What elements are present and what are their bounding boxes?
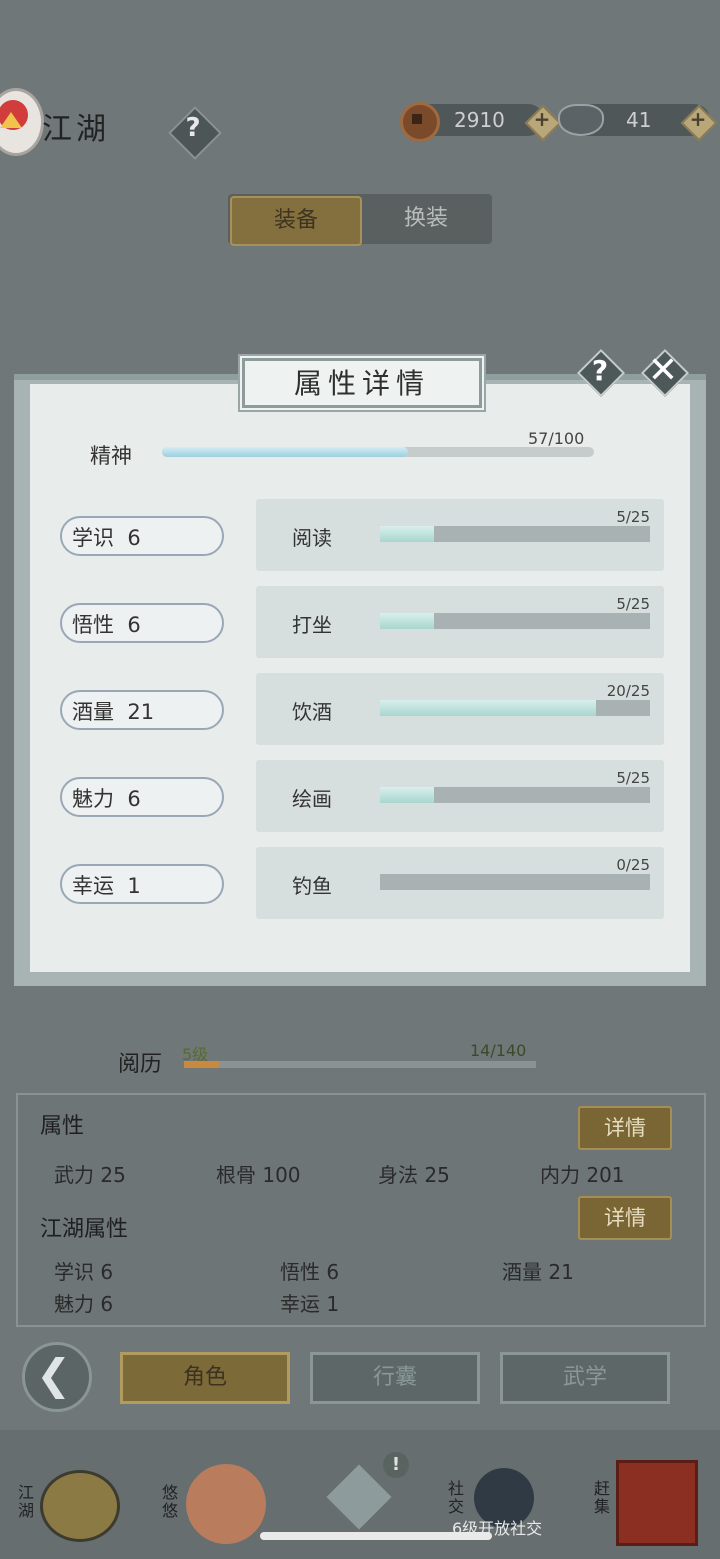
skill-name: 钓鱼 [292, 874, 332, 898]
experience-bar-track [184, 1061, 536, 1068]
logo-mountain-icon [0, 112, 22, 128]
jh-attr-xueshi: 学识 6 [54, 1260, 114, 1284]
silver-ingot-icon [558, 104, 604, 136]
attr-label: 悟性 6 [72, 613, 141, 637]
nav-alert-badge: ! [383, 1452, 409, 1478]
jianghu-detail-button[interactable]: 详情 [578, 1196, 672, 1240]
attr-wuli: 武力 25 [54, 1163, 126, 1187]
skill-name: 绘画 [292, 787, 332, 811]
attr-label: 酒量 21 [72, 700, 155, 724]
add-ingots-label: + [689, 107, 707, 131]
skill-value: 5/25 [616, 595, 650, 613]
attr-shenfa: 身法 25 [378, 1163, 450, 1187]
jh-attr-xingyun: 幸运 1 [280, 1292, 340, 1316]
skill-value: 0/25 [616, 856, 650, 874]
nav-market-icon[interactable] [616, 1460, 698, 1546]
attr-heading: 属性 [40, 1114, 85, 1139]
spirit-label: 精神 [90, 444, 132, 468]
experience-bar-fill [184, 1061, 220, 1068]
page-title: 江湖 [42, 112, 110, 147]
skill-name: 阅读 [292, 526, 332, 550]
skill-value: 5/25 [616, 769, 650, 787]
skill-value: 5/25 [616, 508, 650, 526]
skill-bar-fill [380, 787, 434, 803]
attr-label: 魅力 6 [72, 787, 141, 811]
skill-bar-fill [380, 613, 434, 629]
tab-equip[interactable]: 装备 [230, 196, 362, 246]
jh-attr-meili: 魅力 6 [54, 1292, 114, 1316]
nav-jianghu-icon[interactable] [40, 1470, 120, 1542]
home-indicator [260, 1532, 492, 1540]
back-chevron-icon: ❮ [36, 1350, 72, 1399]
attr-gengu: 根骨 100 [216, 1163, 301, 1187]
attr-label: 学识 6 [72, 526, 141, 550]
jianghu-heading: 江湖属性 [40, 1217, 129, 1242]
attr-label: 幸运 1 [72, 874, 141, 898]
spirit-value: 57/100 [528, 429, 585, 448]
tab-swap[interactable]: 换装 [362, 196, 490, 242]
modal-title: 属性详情 [293, 367, 430, 400]
nav-youyou-icon[interactable] [186, 1464, 266, 1544]
attr-neili: 内力 201 [540, 1163, 625, 1187]
coin-amount: 2910 [454, 108, 505, 132]
close-label: ✕ [647, 350, 679, 391]
tab-martial[interactable]: 武学 [500, 1352, 670, 1404]
coin-hole [412, 114, 422, 124]
skill-bar-fill [380, 526, 434, 542]
skill-name: 打坐 [292, 613, 332, 637]
attr-detail-button[interactable]: 详情 [578, 1106, 672, 1150]
tab-role[interactable]: 角色 [120, 1352, 290, 1404]
modal-help-label: ? [591, 354, 609, 387]
tab-bag[interactable]: 行囊 [310, 1352, 480, 1404]
experience-label: 阅历 [118, 1052, 163, 1077]
nav-jianghu-label: 江湖 [18, 1483, 35, 1520]
experience-value: 14/140 [470, 1041, 527, 1060]
jh-attr-jiuliang: 酒量 21 [502, 1260, 574, 1284]
jh-attr-wuxing: 悟性 6 [280, 1260, 340, 1284]
skill-bar-fill [380, 700, 596, 716]
nav-market-label: 赶集 [594, 1479, 611, 1516]
skill-name: 饮酒 [292, 700, 332, 724]
skill-bar-track [380, 874, 650, 890]
nav-social-label: 社交 [448, 1479, 465, 1516]
add-coins-label: + [533, 107, 551, 131]
skill-value: 20/25 [606, 682, 650, 700]
spirit-bar-fill [162, 447, 409, 457]
help-label: ? [185, 113, 201, 143]
nav-youyou-label: 悠悠 [162, 1483, 179, 1520]
ingot-amount: 41 [626, 108, 652, 132]
